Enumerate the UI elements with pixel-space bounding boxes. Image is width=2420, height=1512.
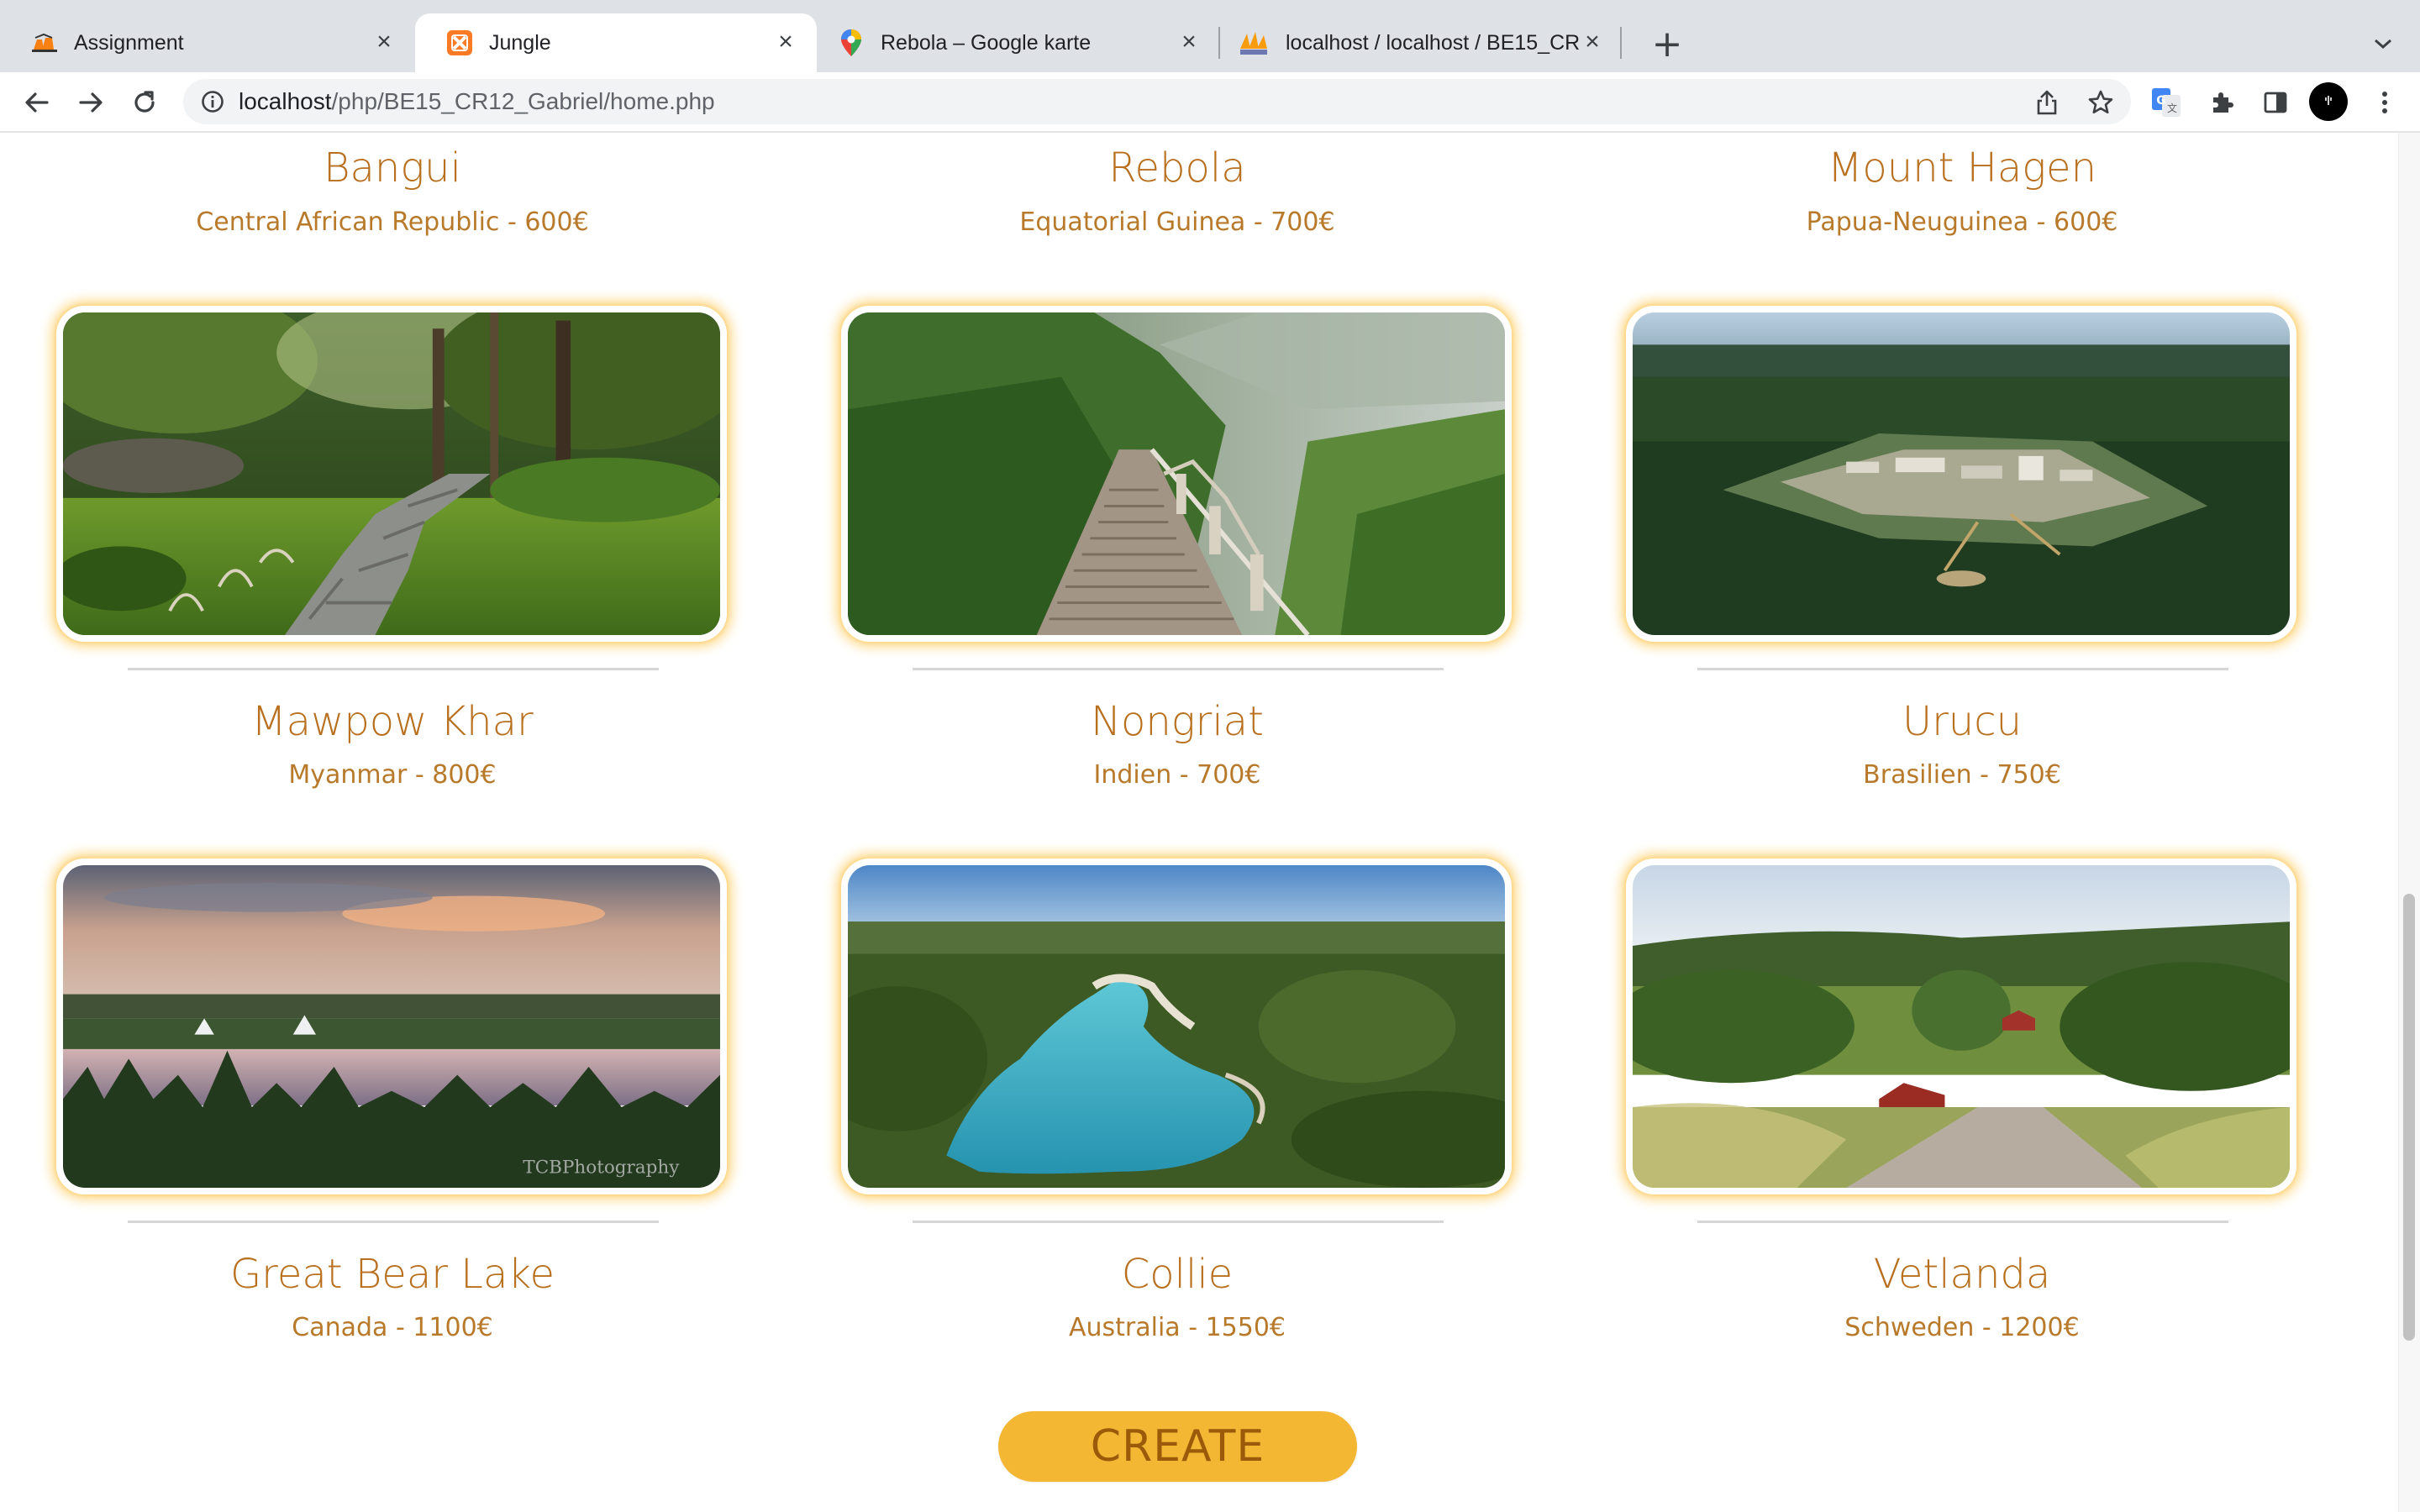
card-divider bbox=[1697, 668, 2228, 670]
destination-title: Urucu bbox=[1902, 698, 2023, 745]
destination-image-jungle-stairs[interactable] bbox=[841, 306, 1512, 642]
profile-avatar[interactable] bbox=[2309, 82, 2348, 121]
xampp-icon bbox=[447, 30, 472, 55]
card-divider bbox=[1697, 1221, 2228, 1223]
destination-info: Brasilien - 750€ bbox=[1863, 760, 2061, 790]
destination-info: Schweden - 1200€ bbox=[1844, 1313, 2080, 1342]
tab-title: Assignment bbox=[74, 30, 184, 55]
forward-arrow-icon[interactable] bbox=[71, 82, 111, 123]
scrollbar-thumb[interactable] bbox=[2403, 894, 2415, 1341]
destination-title: Mawpow Khar bbox=[251, 698, 534, 745]
destination-info: Papua-Neuguinea - 600€ bbox=[1806, 207, 2118, 237]
bookmark-star-icon[interactable] bbox=[2082, 84, 2119, 121]
destination-info: Australia - 1550€ bbox=[1068, 1313, 1286, 1342]
tab-separator bbox=[1620, 27, 1622, 59]
close-icon[interactable]: × bbox=[773, 28, 798, 55]
destination-image-swedish-countryside[interactable] bbox=[1626, 858, 2296, 1194]
tab-phpmyadmin[interactable]: localhost / localhost / BE15_CR × bbox=[1220, 13, 1623, 72]
card-divider bbox=[128, 1221, 659, 1223]
create-button[interactable]: CREATE bbox=[998, 1411, 1357, 1482]
more-menu-icon[interactable] bbox=[2365, 82, 2405, 123]
url-text[interactable]: localhost/php/BE15_CR12_Gabriel/home.php bbox=[239, 86, 715, 118]
tab-title: localhost / localhost / BE15_CR bbox=[1286, 30, 1581, 55]
close-icon[interactable]: × bbox=[1176, 28, 1202, 55]
url-host: localhost bbox=[239, 88, 332, 114]
tab-google-maps[interactable]: Rebola – Google karte × bbox=[817, 13, 1220, 72]
tab-title: Jungle bbox=[489, 30, 551, 55]
destination-info: Equatorial Guinea - 700€ bbox=[1019, 207, 1335, 237]
maps-pin-icon bbox=[839, 29, 864, 56]
tab-assignment[interactable]: Assignment × bbox=[0, 13, 415, 72]
destination-info: Central African Republic - 600€ bbox=[196, 207, 589, 237]
close-icon[interactable]: × bbox=[1580, 28, 1605, 55]
destination-title: Mount Hagen bbox=[1828, 144, 2096, 192]
close-icon[interactable]: × bbox=[371, 28, 397, 55]
tab-title: Rebola – Google karte bbox=[881, 30, 1092, 55]
card-divider bbox=[913, 668, 1444, 670]
tab-jungle[interactable]: Jungle × bbox=[415, 13, 817, 72]
back-arrow-icon[interactable] bbox=[17, 82, 57, 123]
site-info-icon[interactable] bbox=[198, 87, 227, 116]
tab-search-chevron-icon[interactable] bbox=[2363, 24, 2403, 64]
destination-image-turquoise-lake[interactable] bbox=[841, 858, 1512, 1194]
destination-title: Rebola bbox=[1108, 144, 1246, 192]
destination-title: Nongriat bbox=[1091, 698, 1264, 745]
phpmyadmin-icon bbox=[1239, 30, 1269, 55]
side-panel-icon[interactable] bbox=[2255, 82, 2296, 123]
destination-info: Indien - 700€ bbox=[1093, 760, 1261, 790]
destination-title: Collie bbox=[1121, 1251, 1234, 1298]
extensions-puzzle-icon[interactable] bbox=[2202, 82, 2242, 123]
destination-info: Myanmar - 800€ bbox=[288, 760, 497, 790]
new-tab-plus-icon[interactable]: + bbox=[1644, 20, 1691, 67]
moodle-icon bbox=[32, 30, 57, 55]
watermark-text: TCBPhotography bbox=[523, 1158, 679, 1179]
destination-title: Bangui bbox=[324, 144, 461, 192]
google-translate-icon[interactable]: G文 bbox=[2146, 82, 2186, 123]
svg-text:G: G bbox=[2156, 94, 2166, 108]
destination-image-japanese-garden[interactable] bbox=[56, 306, 727, 642]
destination-title: Vetlanda bbox=[1873, 1251, 2051, 1298]
card-divider bbox=[913, 1221, 1444, 1223]
url-path: /php/BE15_CR12_Gabriel/home.php bbox=[331, 88, 715, 114]
share-icon[interactable] bbox=[2028, 84, 2065, 121]
destination-title: Great Bear Lake bbox=[229, 1251, 555, 1298]
destination-image-great-bear-lake[interactable]: TCBPhotography bbox=[56, 858, 727, 1194]
destination-info: Canada - 1100€ bbox=[292, 1313, 493, 1342]
svg-text:文: 文 bbox=[2167, 102, 2177, 114]
card-divider bbox=[128, 668, 659, 670]
reload-icon[interactable] bbox=[124, 82, 165, 123]
destination-image-rainforest-base[interactable] bbox=[1626, 306, 2296, 642]
